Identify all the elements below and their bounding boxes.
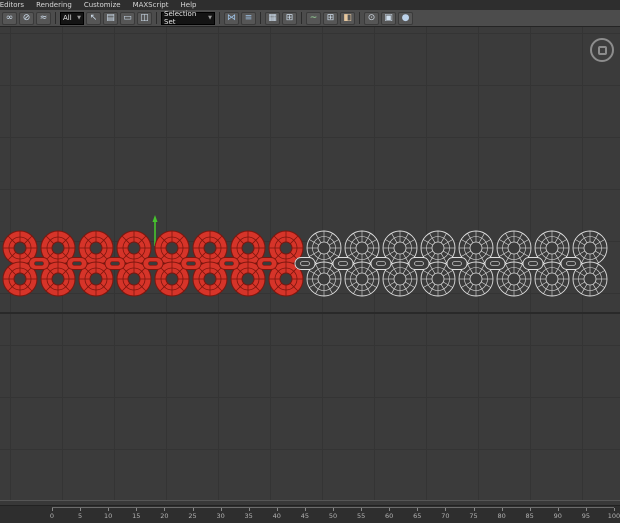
timeline-tick — [248, 508, 250, 511]
menu-bar: Graph Editors Rendering Customize MAXScript… — [0, 0, 620, 10]
timeline-tick-label: 30 — [216, 512, 225, 520]
timeline-tick — [220, 508, 222, 511]
toolbar-separator — [55, 12, 56, 24]
toolbar-separator — [260, 12, 261, 24]
menu-item-help[interactable]: Help — [181, 0, 197, 10]
timeline-tick-label: 25 — [188, 512, 197, 520]
toolbar-separator — [156, 12, 157, 24]
window-crossing-icon[interactable]: ◫ — [137, 11, 152, 25]
timeline-tick — [417, 508, 419, 511]
menu-item-rendering[interactable]: Rendering — [36, 0, 72, 10]
timeline-tick — [136, 508, 138, 511]
named-selection-sets-dropdown[interactable]: Selection Set ▼ — [161, 10, 215, 26]
chain-model[interactable] — [0, 214, 620, 314]
timeline-tick-label: 60 — [385, 512, 394, 520]
timeline-tick-label: 55 — [356, 512, 366, 520]
menu-item-maxscript[interactable]: MAXScript — [133, 0, 169, 10]
timeline-tick — [529, 508, 531, 511]
toolbar-separator — [301, 12, 302, 24]
bind-to-space-warp-icon[interactable]: ≈ — [36, 11, 51, 25]
schematic-view-icon[interactable]: ⊞ — [323, 11, 338, 25]
timeline-tick — [52, 508, 53, 511]
track-bar[interactable]: 0 5 10 15 20 25 30 35 40 45 50 55 60 65 70 75 80 85 90 95 10… — [0, 500, 620, 523]
timeline-tick — [276, 508, 278, 511]
timeline-tick-label: 95 — [581, 512, 591, 520]
timeline-tick — [585, 508, 587, 511]
rendered-frame-icon[interactable]: ▣ — [381, 11, 396, 25]
timeline-tick — [361, 508, 363, 511]
mirror-icon[interactable]: ⋈ — [224, 11, 239, 25]
timeline-tick-label: 50 — [328, 512, 338, 520]
timeline-tick-label: 40 — [272, 512, 281, 520]
timeline-tick-label: 80 — [497, 512, 506, 520]
timeline-tick-label: 15 — [132, 512, 141, 520]
timeline-tick-label: 65 — [413, 512, 422, 520]
selection-filter-dropdown[interactable]: All ▼ — [60, 11, 84, 25]
perspective-viewport[interactable] — [0, 27, 620, 500]
timeline-tick-label: 70 — [441, 512, 450, 520]
steering-wheel-center — [597, 45, 607, 55]
select-and-link-icon[interactable]: ∞ — [2, 11, 17, 25]
timeline-tick-label: 90 — [553, 512, 562, 520]
main-toolbar: ∞ ⊘ ≈ All ▼ ↖ ▤ ▭ ◫ Selection Set ▼ ⋈ ≡ ▦ ⊞ ~ ⊞ ◧ ⊙ ▣ ● — [0, 10, 620, 27]
timeline-tick — [333, 508, 334, 511]
render-production-icon[interactable]: ● — [398, 11, 413, 25]
named-selection-sets-dropdown-value: Selection Set — [164, 10, 197, 26]
max-application-window: Graph Editors Rendering Customize MAXScript… — [0, 0, 620, 523]
timeline-tick-label: 45 — [300, 512, 310, 520]
toolbar-separator — [359, 12, 360, 24]
timeline-tick-label: 10 — [104, 512, 113, 520]
timeline-tick — [473, 508, 475, 511]
menu-item-graph-editors[interactable]: Graph Editors — [0, 0, 24, 10]
timeline-tick-label: 35 — [244, 512, 253, 520]
timeline-tick-label: 75 — [469, 512, 478, 520]
timeline-tick-label: 100 — [607, 512, 620, 520]
timeline-ruler[interactable]: 0 5 10 15 20 25 30 35 40 45 50 55 60 65 70 75 80 85 90 95 10… — [49, 507, 620, 523]
timeline-tick — [108, 508, 110, 511]
selection-filter-dropdown-value: All — [63, 14, 72, 22]
timeline-tick — [192, 508, 194, 511]
material-editor-icon[interactable]: ◧ — [340, 11, 355, 25]
timeline-tick-label: 20 — [160, 512, 169, 520]
align-icon[interactable]: ≡ — [241, 11, 256, 25]
timeline-tick — [445, 508, 447, 511]
timeline-tick-label: 85 — [525, 512, 534, 520]
timeline-tick — [389, 508, 391, 511]
menu-item-customize[interactable]: Customize — [84, 0, 121, 10]
graphite-modeling-icon[interactable]: ⊞ — [282, 11, 297, 25]
timeline-tick — [614, 508, 615, 511]
selection-region-icon[interactable]: ▭ — [120, 11, 135, 25]
select-by-name-icon[interactable]: ▤ — [103, 11, 118, 25]
timeline-tick-label: 5 — [78, 512, 83, 520]
chevron-down-icon: ▼ — [208, 15, 212, 21]
timeline-tick — [80, 508, 82, 511]
curve-editor-icon[interactable]: ~ — [306, 11, 321, 25]
chevron-down-icon: ▼ — [77, 15, 81, 21]
time-slider-strip[interactable] — [0, 501, 620, 506]
timeline-tick — [501, 508, 503, 511]
steering-wheel-icon[interactable] — [590, 38, 614, 62]
select-object-icon[interactable]: ↖ — [86, 11, 101, 25]
layer-manager-icon[interactable]: ▦ — [265, 11, 280, 25]
timeline-tick — [557, 508, 559, 511]
unlink-selection-icon[interactable]: ⊘ — [19, 11, 34, 25]
timeline-tick-label: 0 — [49, 512, 55, 520]
render-setup-icon[interactable]: ⊙ — [364, 11, 379, 25]
timeline-tick — [304, 508, 306, 511]
toolbar-separator — [219, 12, 220, 24]
timeline-tick — [164, 508, 166, 511]
